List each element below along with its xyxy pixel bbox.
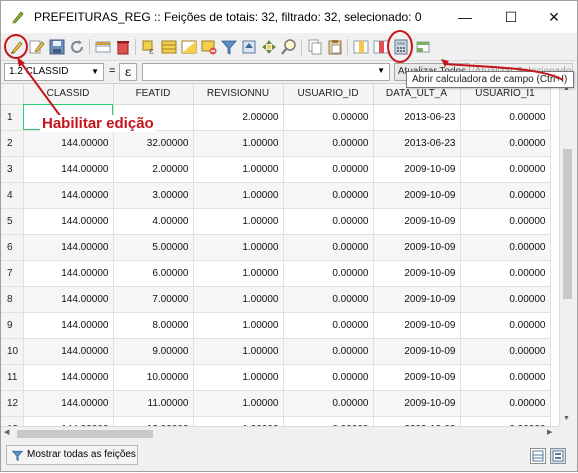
attribute-table-window: PREFEITURAS_REG :: Feições de totais: 32… [0,0,578,472]
annotation-arrows [17,57,564,118]
annotation-label-enable-editing: Habilitar edição [40,115,156,132]
